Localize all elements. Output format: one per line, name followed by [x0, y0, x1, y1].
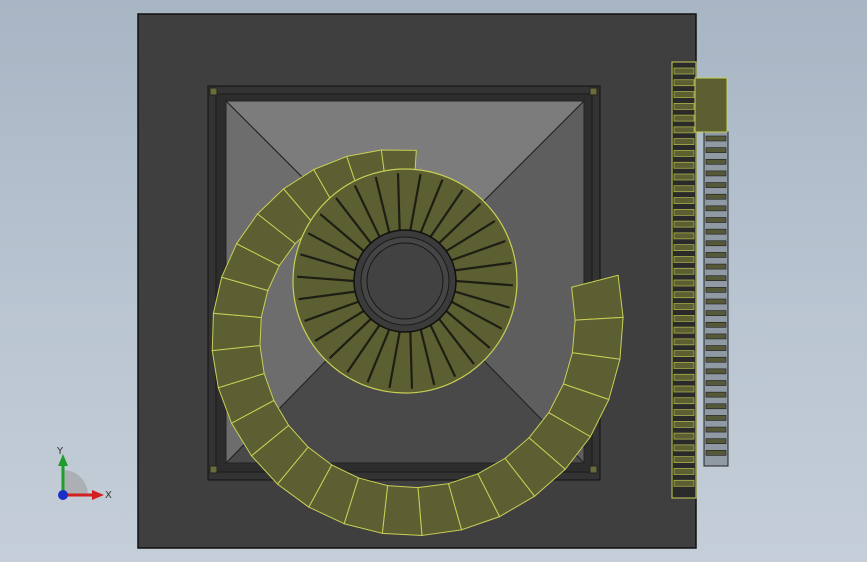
- side-ladder-rung: [705, 333, 727, 340]
- z-axis-icon: [58, 490, 68, 500]
- side-ladder-rung: [705, 426, 727, 433]
- ladder-rung: [673, 444, 695, 452]
- ladder-rung: [673, 456, 695, 463]
- side-ladder-rung: [705, 217, 727, 223]
- side-ladder-rung: [705, 228, 727, 235]
- side-ladder-rung: [705, 135, 727, 142]
- side-ladder-rung: [705, 356, 727, 363]
- ladder-rung: [673, 67, 695, 75]
- side-ladder-rung: [705, 345, 727, 351]
- ladder-platform: [694, 77, 728, 133]
- side-ladder-rung: [705, 391, 727, 398]
- side-ladder-rung: [705, 403, 727, 410]
- side-ladder-rung: [705, 287, 727, 293]
- side-ladder-rung: [705, 147, 727, 153]
- ladder-rung: [673, 150, 695, 157]
- side-ladder-rung: [705, 182, 727, 188]
- side-ladder: [703, 131, 729, 467]
- side-ladder-rung: [705, 240, 727, 247]
- ladder-rung: [673, 432, 695, 440]
- spiral-step: [571, 316, 624, 360]
- side-ladder-rung: [705, 158, 727, 165]
- ladder-rung: [673, 161, 695, 169]
- spiral-step: [381, 485, 423, 536]
- ladder-rung: [673, 291, 695, 299]
- ladder-rung: [673, 220, 695, 228]
- ladder-rung: [673, 79, 695, 87]
- ladder-rung: [673, 267, 695, 275]
- ladder-rung: [673, 232, 695, 240]
- ladder-rung: [673, 197, 695, 204]
- side-ladder-rung: [705, 193, 727, 200]
- side-ladder-rung: [705, 170, 727, 177]
- side-ladder-rung: [705, 252, 727, 258]
- side-ladder-rung: [705, 450, 727, 456]
- ladder-rung: [673, 326, 695, 334]
- ladder-rung: [673, 138, 695, 145]
- central-core: [353, 229, 457, 333]
- ladder-rung: [673, 350, 695, 357]
- side-ladder-rung: [705, 275, 727, 282]
- cad-viewport[interactable]: [0, 0, 867, 562]
- side-ladder-rung: [705, 310, 727, 316]
- ladder-rung: [673, 114, 695, 122]
- ladder-rung: [673, 338, 695, 346]
- coordinate-triad: Y X: [56, 446, 112, 501]
- ladder-rung: [673, 385, 695, 393]
- ladder-rung: [673, 185, 695, 193]
- ladder-rung: [673, 303, 695, 310]
- y-axis-label: Y: [56, 446, 64, 457]
- side-ladder-rung: [705, 321, 727, 328]
- ladder-rung: [673, 397, 695, 405]
- side-ladder-rung: [705, 438, 727, 445]
- side-ladder-rung: [705, 380, 727, 386]
- triad-plane-icon: [63, 470, 88, 495]
- ladder-rung: [673, 126, 695, 134]
- ladder-rung: [673, 256, 695, 263]
- ladder-rung: [673, 244, 695, 251]
- ladder-rung: [673, 479, 695, 487]
- spiral-step: [211, 312, 262, 352]
- ladder-rung: [673, 468, 695, 475]
- ladder-rung: [673, 421, 695, 428]
- side-ladder-rung: [705, 205, 727, 212]
- ladder-rung: [673, 279, 695, 287]
- side-ladder-rung: [705, 298, 727, 305]
- ladder-rung: [673, 373, 695, 381]
- ladder-rung: [673, 409, 695, 416]
- ladder-rung: [673, 315, 695, 322]
- x-axis-label: X: [105, 490, 112, 501]
- side-ladder-rung: [705, 368, 727, 375]
- side-ladder-rung: [705, 415, 727, 421]
- ladder-rung: [673, 103, 695, 110]
- right-ladder: [671, 61, 697, 499]
- ladder-rung: [673, 91, 695, 98]
- ladder-rung: [673, 209, 695, 216]
- ladder-rung: [673, 173, 695, 181]
- ladder-rung: [673, 362, 695, 369]
- side-ladder-rung: [705, 263, 727, 270]
